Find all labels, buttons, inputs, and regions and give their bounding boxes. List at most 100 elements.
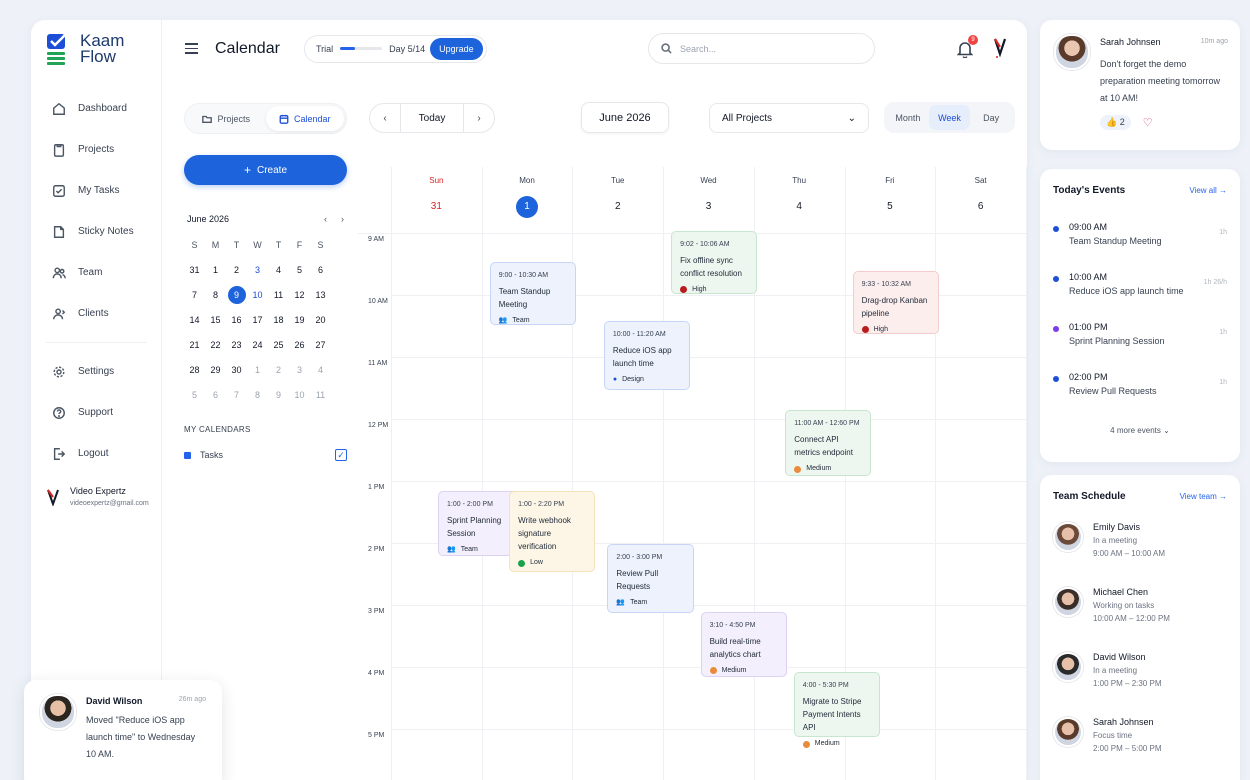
- search-input[interactable]: Search...: [648, 33, 875, 64]
- mini-calendar-day[interactable]: 19: [289, 310, 310, 330]
- mini-calendar-day[interactable]: 8: [247, 385, 268, 405]
- day-header[interactable]: Sun 31: [391, 167, 482, 233]
- mini-calendar-day[interactable]: 6: [310, 260, 331, 280]
- brand-icon[interactable]: [992, 36, 1008, 60]
- day-header[interactable]: Sat 6: [935, 167, 1026, 233]
- toggle-calendar[interactable]: Calendar: [265, 106, 344, 131]
- mini-calendar-day[interactable]: 15: [205, 310, 226, 330]
- mini-calendar-day[interactable]: 1: [205, 260, 226, 280]
- day-header[interactable]: Thu 4: [754, 167, 845, 233]
- today-button[interactable]: Today: [400, 103, 464, 133]
- calendar-checkbox[interactable]: ✓: [335, 449, 347, 461]
- today-event-item[interactable]: 10:00 AM Reduce iOS app launch time 1h 26/…: [1040, 272, 1240, 322]
- calendar-event[interactable]: 1:00 - 2:20 PM Write webhook signature ve…: [509, 491, 596, 572]
- nav-item-support[interactable]: Support: [31, 392, 162, 433]
- heart-icon[interactable]: ♡: [1143, 116, 1153, 129]
- calendar-event[interactable]: 11:00 AM - 12:60 PM Connect API metrics e…: [785, 410, 872, 476]
- day-header[interactable]: Fri 5: [845, 167, 936, 233]
- current-month-label[interactable]: June 2026: [581, 102, 669, 133]
- mini-calendar-day[interactable]: 12: [289, 285, 310, 305]
- nav-item-team[interactable]: Team: [31, 252, 162, 293]
- mini-calendar-day[interactable]: 17: [247, 310, 268, 330]
- today-event-item[interactable]: 09:00 AM Team Standup Meeting 1h: [1040, 222, 1240, 272]
- mini-calendar-day[interactable]: 24: [247, 335, 268, 355]
- more-events-button[interactable]: 4 more events ⌄: [1040, 426, 1240, 435]
- create-button[interactable]: + Create: [184, 155, 347, 185]
- nav-item-sticky-notes[interactable]: Sticky Notes: [31, 211, 162, 252]
- mini-calendar-day[interactable]: 5: [184, 385, 205, 405]
- mini-calendar-day[interactable]: 21: [184, 335, 205, 355]
- project-filter-select[interactable]: All Projects ⌄: [709, 103, 869, 133]
- view-day[interactable]: Day: [970, 105, 1012, 130]
- day-header[interactable]: Mon 1: [482, 167, 573, 233]
- team-member-row[interactable]: Sarah Johnsen Focus time 2:00 PM – 5:00 PM: [1040, 717, 1240, 780]
- mini-calendar-day[interactable]: 3: [247, 260, 268, 280]
- team-member-row[interactable]: Michael Chen Working on tasks 10:00 AM – 1…: [1040, 587, 1240, 652]
- mini-calendar-day[interactable]: 9: [268, 385, 289, 405]
- next-week-icon[interactable]: ›: [464, 113, 494, 124]
- mini-calendar-day[interactable]: 7: [226, 385, 247, 405]
- today-event-item[interactable]: 01:00 PM Sprint Planning Session 1h: [1040, 322, 1240, 372]
- view-team-link[interactable]: View team →: [1180, 492, 1227, 501]
- calendar-event[interactable]: 10:00 - 11:20 AM Reduce iOS app launch ti…: [603, 320, 691, 391]
- calendar-item-tasks[interactable]: Tasks ✓: [184, 449, 347, 461]
- today-event-item[interactable]: 02:00 PM Review Pull Requests 1h: [1040, 372, 1240, 422]
- mini-calendar-day[interactable]: 5: [289, 260, 310, 280]
- calendar-event[interactable]: 9:00 - 10:30 AM Team Standup Meeting 👥 Team: [489, 261, 576, 326]
- mini-calendar-day[interactable]: 1: [247, 360, 268, 380]
- mini-calendar-day[interactable]: 16: [226, 310, 247, 330]
- nav-item-settings[interactable]: Settings: [31, 351, 162, 392]
- mini-calendar-day[interactable]: 7: [184, 285, 205, 305]
- mini-calendar-day[interactable]: 4: [268, 260, 289, 280]
- prev-month-icon[interactable]: ‹: [324, 214, 327, 224]
- mini-calendar-day[interactable]: 18: [268, 310, 289, 330]
- prev-week-icon[interactable]: ‹: [370, 113, 400, 124]
- mini-calendar-day[interactable]: 13: [310, 285, 331, 305]
- calendar-event[interactable]: 4:00 - 5:30 PM Migrate to Stripe Payment …: [793, 672, 880, 748]
- calendar-event[interactable]: 9:02 - 10:06 AM Fix offline sync conflict…: [671, 230, 758, 295]
- mini-calendar-day[interactable]: 20: [310, 310, 331, 330]
- mini-calendar-day[interactable]: 2: [226, 260, 247, 280]
- mini-calendar-day[interactable]: 27: [310, 335, 331, 355]
- nav-item-projects[interactable]: Projects: [31, 129, 162, 170]
- mini-calendar-day[interactable]: 26: [289, 335, 310, 355]
- day-header[interactable]: Wed 3: [663, 167, 754, 233]
- day-header[interactable]: Tue 2: [572, 167, 663, 233]
- app-logo[interactable]: Kaam Flow: [46, 32, 124, 67]
- view-month[interactable]: Month: [887, 105, 929, 130]
- calendar-event[interactable]: 2:00 - 3:00 PM Review Pull Requests 👥 Team: [607, 543, 694, 614]
- mini-calendar-day[interactable]: 23: [226, 335, 247, 355]
- nav-item-my-tasks[interactable]: My Tasks: [31, 170, 162, 211]
- mini-calendar-day[interactable]: 3: [289, 360, 310, 380]
- mini-calendar-day[interactable]: 11: [310, 385, 331, 405]
- mini-calendar-day[interactable]: 10: [289, 385, 310, 405]
- view-all-link[interactable]: View all →: [1189, 186, 1227, 195]
- mini-calendar-day[interactable]: 8: [205, 285, 226, 305]
- calendar-event[interactable]: 3:10 - 4:50 PM Build real-time analytics …: [700, 611, 787, 678]
- mini-calendar-day[interactable]: 9: [227, 286, 246, 304]
- view-week[interactable]: Week: [928, 105, 971, 130]
- nav-item-clients[interactable]: Clients: [31, 293, 162, 334]
- mini-calendar-day[interactable]: 10: [247, 285, 268, 305]
- menu-icon[interactable]: [185, 40, 198, 57]
- team-member-row[interactable]: David Wilson In a meeting 1:00 PM – 2:30 P…: [1040, 652, 1240, 717]
- calendar-event[interactable]: 9:33 - 10:32 AM Drag-drop Kanban pipeline…: [852, 270, 939, 335]
- notification-bell[interactable]: 9: [956, 35, 978, 59]
- mini-calendar-day[interactable]: 29: [205, 360, 226, 380]
- mini-calendar-day[interactable]: 6: [205, 385, 226, 405]
- team-member-row[interactable]: Emily Davis In a meeting 9:00 AM – 10:00 A…: [1040, 522, 1240, 587]
- next-month-icon[interactable]: ›: [341, 214, 344, 224]
- mini-calendar-day[interactable]: 28: [184, 360, 205, 380]
- like-button[interactable]: 👍 2: [1100, 115, 1131, 130]
- user-profile[interactable]: Video Expertz videoexpertz@gmail.com: [46, 486, 149, 507]
- nav-item-dashboard[interactable]: Dashboard: [31, 88, 162, 129]
- mini-calendar-day[interactable]: 4: [310, 360, 331, 380]
- toggle-projects[interactable]: Projects: [187, 106, 266, 131]
- mini-calendar-day[interactable]: 14: [184, 310, 205, 330]
- mini-calendar-day[interactable]: 30: [226, 360, 247, 380]
- mini-calendar-day[interactable]: 22: [205, 335, 226, 355]
- mini-calendar-day[interactable]: 2: [268, 360, 289, 380]
- activity-toast[interactable]: David Wilson 26m ago Moved "Reduce iOS a…: [24, 680, 222, 780]
- mini-calendar-day[interactable]: 31: [184, 260, 205, 280]
- nav-item-logout[interactable]: Logout: [31, 433, 162, 474]
